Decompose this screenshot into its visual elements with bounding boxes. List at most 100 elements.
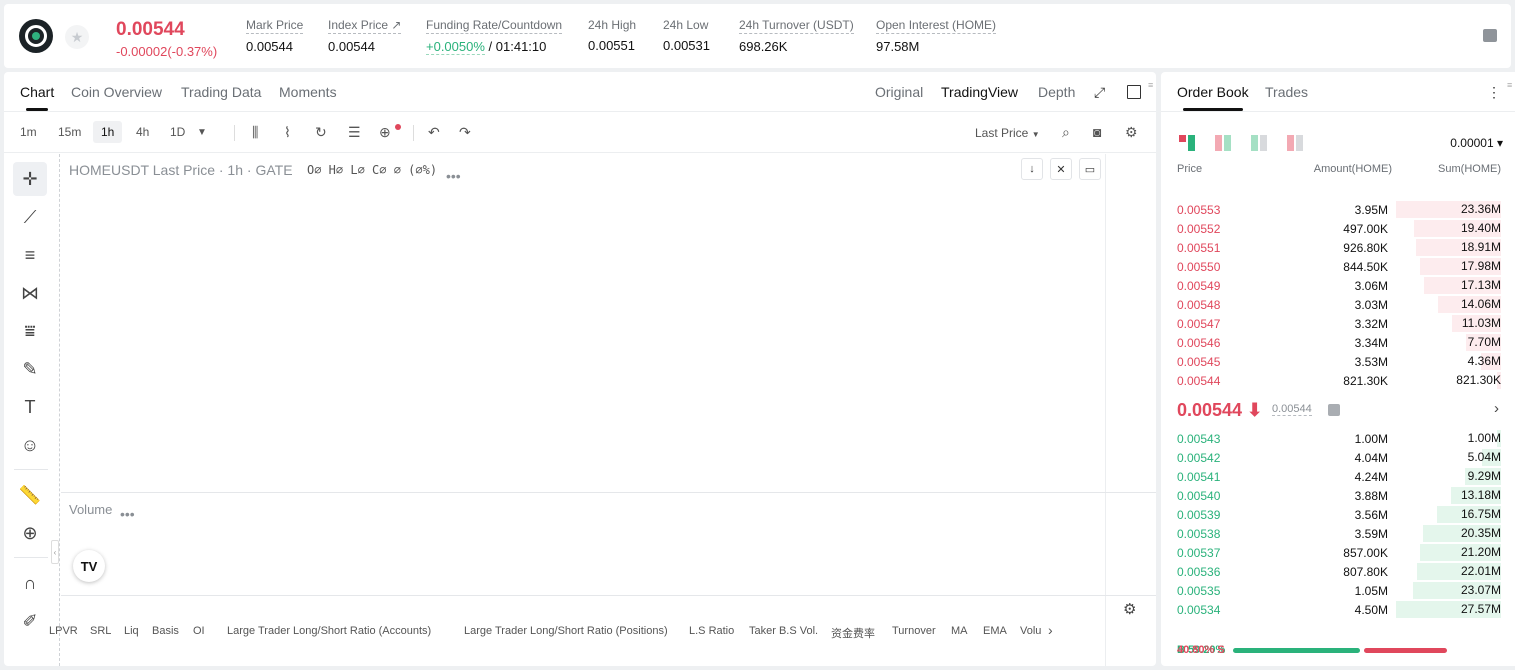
indicator-icon[interactable]: ⌇ [284,124,291,141]
chart-settings-icon[interactable]: ⚙ [1123,600,1136,618]
fib-icon[interactable]: ⩸ [13,314,47,348]
add-indicator-icon[interactable]: ⊕ [379,124,391,141]
favorite-star-icon[interactable]: ★ [65,25,89,49]
emoji-icon[interactable]: ☺ [13,428,47,462]
indicator-ls-positions[interactable]: Large Trader Long/Short Ratio (Positions… [464,625,668,637]
lock-drawing-icon[interactable]: ✐ [13,604,47,638]
refresh-icon[interactable]: ↻ [315,124,327,141]
indicator-ls-accounts[interactable]: Large Trader Long/Short Ratio (Accounts) [227,625,431,637]
mid-mark-price[interactable]: 0.00544 [1272,403,1312,416]
view-depth[interactable]: Depth [1038,84,1075,100]
ask-row[interactable]: 0.00553 3.95M 23.36M [1161,200,1515,219]
volume-more-icon[interactable]: ••• [120,506,135,522]
ask-row[interactable]: 0.00551 926.80K 18.91M [1161,238,1515,257]
timeframe-1h[interactable]: 1h [93,121,123,143]
ask-row[interactable]: 0.00548 3.03M 14.06M [1161,295,1515,314]
bid-row[interactable]: 0.00534 4.50M 27.57M [1161,600,1515,619]
undo-icon[interactable]: ↶ [428,124,440,141]
ask-row[interactable]: 0.00544 821.30K 821.30K [1161,371,1515,390]
indicator-funding-rate[interactable]: 资金费率 [831,625,875,641]
timeframe-4h[interactable]: 4h [136,125,149,139]
pane-divider[interactable] [61,492,1156,493]
stat-index-price[interactable]: Index Price ↗ 0.00544 [328,17,402,54]
price-scale[interactable] [1105,154,1156,666]
indicator-oi[interactable]: OI [193,625,205,637]
view-original[interactable]: Original [875,84,923,100]
tab-moments[interactable]: Moments [279,84,337,100]
tab-chart[interactable]: Chart [20,84,54,111]
tab-trading-data[interactable]: Trading Data [181,84,261,100]
bid-row[interactable]: 0.00542 4.04M 5.04M [1161,448,1515,467]
tab-trades[interactable]: Trades [1265,84,1308,100]
stat-funding-rate[interactable]: Funding Rate/Countdown +0.0050% / 01:41:… [426,17,563,55]
pattern-icon[interactable]: ⋈ [13,276,47,310]
ask-row[interactable]: 0.00546 3.34M 7.70M [1161,333,1515,352]
crosshair-icon[interactable]: ✛ [13,162,47,196]
fullscreen-icon[interactable] [1127,85,1141,99]
ruler-icon[interactable]: 📏 [13,478,47,512]
chevron-down-icon[interactable]: ▼ [197,127,207,138]
trendline-icon[interactable]: ⟋ [13,200,47,234]
bid-row[interactable]: 0.00543 1.00M 1.00M [1161,429,1515,448]
bid-row[interactable]: 0.00536 807.80K 22.01M [1161,562,1515,581]
ask-row[interactable]: 0.00547 3.32M 11.03M [1161,314,1515,333]
template-icon[interactable]: ☰ [348,124,361,141]
stat-24h-turnover[interactable]: 24h Turnover (USDT) 698.26K [739,17,854,54]
indicator-turnover[interactable]: Turnover [892,625,936,637]
zoom-in-icon[interactable]: ⊕ [13,516,47,550]
bid-row[interactable]: 0.00538 3.59M 20.35M [1161,524,1515,543]
maximize-pane-icon[interactable]: ▭ [1079,158,1101,180]
brush-icon[interactable]: ✎ [13,352,47,386]
indicator-srl[interactable]: SRL [90,625,111,637]
mode-both-icon[interactable] [1179,135,1195,151]
tradingview-logo[interactable]: TV [73,550,105,582]
indicator-ma[interactable]: MA [951,625,968,637]
indicator-ema[interactable]: EMA [983,625,1007,637]
chevron-right-icon[interactable]: › [1048,622,1053,638]
bid-row[interactable]: 0.00539 3.56M 16.75M [1161,505,1515,524]
indicator-liq[interactable]: Liq [124,625,139,637]
bid-row[interactable]: 0.00540 3.88M 13.18M [1161,486,1515,505]
candlestick-icon[interactable]: ⫼ [252,124,258,141]
stat-mark-price[interactable]: Mark Price 0.00544 [246,17,304,54]
settings-gear-icon[interactable]: ⚙ [1125,124,1138,141]
precision-select[interactable]: 0.00001 ▾ [1450,136,1503,150]
more-dots-icon[interactable]: ••• [446,168,461,184]
mode-bids-icon[interactable] [1251,135,1267,151]
bid-row[interactable]: 0.00541 4.24M 9.29M [1161,467,1515,486]
timeframe-15m[interactable]: 15m [58,125,81,139]
ask-row[interactable]: 0.00550 844.50K 17.98M [1161,257,1515,276]
expand-icon[interactable]: ⤢ [1094,84,1105,101]
panel-resize-handle[interactable]: ≡ [1148,80,1154,96]
camera-icon[interactable]: ◙ [1093,124,1101,140]
timeframe-1d[interactable]: 1D [170,125,185,139]
magnet-icon[interactable]: ∩ [13,566,47,600]
mode-asks-icon[interactable] [1287,135,1303,151]
redo-icon[interactable]: ↷ [459,124,471,141]
tab-order-book[interactable]: Order Book [1177,84,1249,111]
price-source-select[interactable]: Last Price ▼ [975,126,1040,140]
stat-open-interest[interactable]: Open Interest (HOME) 97.58M [876,17,997,54]
move-down-icon[interactable]: ↓ [1021,158,1043,180]
indicator-basis[interactable]: Basis [152,625,179,637]
text-icon[interactable]: T [13,390,47,424]
collapse-toolbar-handle[interactable]: ‹ [51,540,59,564]
bid-row[interactable]: 0.00537 857.00K 21.20M [1161,543,1515,562]
ask-row[interactable]: 0.00545 3.53M 4.36M [1161,352,1515,371]
mode-split-icon[interactable] [1215,135,1231,151]
tab-coin-overview[interactable]: Coin Overview [71,84,162,100]
ask-row[interactable]: 0.00552 497.00K 19.40M [1161,219,1515,238]
view-tradingview[interactable]: TradingView [941,84,1018,100]
indicator-ls-ratio[interactable]: L.S Ratio [689,625,734,637]
ask-row[interactable]: 0.00549 3.06M 17.13M [1161,276,1515,295]
indicator-lpvr[interactable]: LPVR [49,625,78,637]
indicator-taker-vol[interactable]: Taker B.S Vol. [749,625,818,637]
horizontal-lines-icon[interactable]: ≡ [13,238,47,272]
search-icon[interactable]: ⌕ [1062,124,1070,141]
timeframe-1m[interactable]: 1m [20,125,37,139]
more-vertical-icon[interactable]: ⋮ [1487,84,1501,101]
indicator-volume[interactable]: Volu [1020,625,1041,637]
bid-row[interactable]: 0.00535 1.05M 23.07M [1161,581,1515,600]
chevron-right-icon[interactable]: › [1494,400,1499,417]
collapse-icon[interactable]: ✕ [1050,158,1072,180]
